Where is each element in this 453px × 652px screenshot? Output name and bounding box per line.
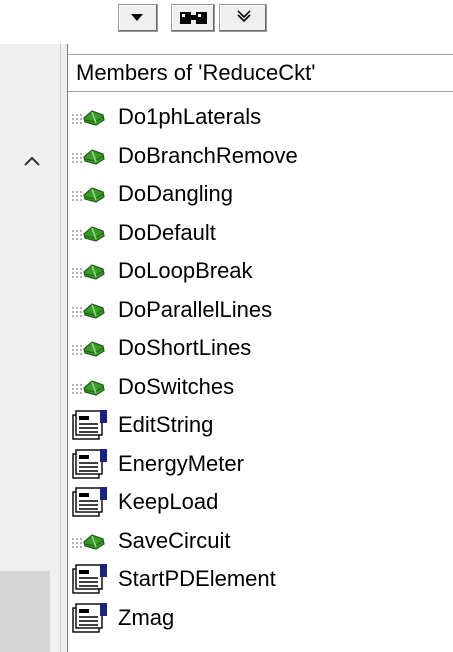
- member-label: DoLoopBreak: [118, 258, 253, 284]
- member-label: DoDangling: [118, 181, 233, 207]
- member-item[interactable]: Zmag: [68, 599, 298, 638]
- member-label: DoSwitches: [118, 373, 235, 399]
- member-item[interactable]: StartPDElement: [68, 560, 298, 599]
- hide-button[interactable]: [219, 4, 267, 32]
- member-label: DoDefault: [118, 219, 216, 245]
- member-label: EnergyMeter: [118, 450, 244, 476]
- member-item[interactable]: DoSwitches: [68, 368, 298, 407]
- member-label: SaveCircuit: [118, 527, 231, 553]
- member-item[interactable]: EnergyMeter: [68, 445, 298, 484]
- method-icon: [68, 217, 114, 249]
- members-pane[interactable]: Members of 'ReduceCkt' Do1phLaterals DoBr…: [68, 44, 453, 652]
- property-icon: [68, 563, 114, 595]
- find-icon: [180, 12, 207, 24]
- method-icon: [68, 140, 114, 172]
- chevron-up-icon[interactable]: [22, 153, 42, 169]
- members-header: Members of 'ReduceCkt': [68, 54, 453, 92]
- member-label: Zmag: [118, 604, 175, 630]
- pane-splitter[interactable]: [60, 44, 68, 652]
- scrollbar-track[interactable]: [0, 571, 50, 652]
- member-label: DoParallelLines: [118, 296, 273, 322]
- member-item[interactable]: DoParallelLines: [68, 291, 298, 330]
- dropdown-button[interactable]: [118, 4, 158, 32]
- member-label: DoBranchRemove: [118, 142, 298, 168]
- property-icon: [68, 602, 114, 634]
- member-label: KeepLoad: [118, 489, 219, 515]
- member-item[interactable]: SaveCircuit: [68, 522, 298, 561]
- classes-pane[interactable]: [0, 44, 60, 652]
- member-item[interactable]: DoDefault: [68, 214, 298, 253]
- member-label: DoShortLines: [118, 335, 252, 361]
- property-icon: [68, 486, 114, 518]
- method-icon: [68, 371, 114, 403]
- find-button[interactable]: [171, 4, 215, 32]
- member-item[interactable]: KeepLoad: [68, 483, 298, 522]
- dropdown-arrow-icon: [131, 14, 143, 21]
- property-icon: [68, 409, 114, 441]
- member-item[interactable]: EditString: [68, 406, 298, 445]
- method-icon: [68, 332, 114, 364]
- method-icon: [68, 255, 114, 287]
- member-item[interactable]: Do1phLaterals: [68, 98, 298, 137]
- member-item[interactable]: DoBranchRemove: [68, 137, 298, 176]
- member-label: Do1phLaterals: [118, 104, 262, 130]
- member-label: StartPDElement: [118, 566, 276, 592]
- property-icon: [68, 448, 114, 480]
- member-item[interactable]: DoShortLines: [68, 329, 298, 368]
- hide-icon: [237, 10, 251, 23]
- toolbar: [0, 0, 453, 44]
- method-icon: [68, 101, 114, 133]
- method-icon: [68, 294, 114, 326]
- method-icon: [68, 178, 114, 210]
- method-icon: [68, 525, 114, 557]
- member-item[interactable]: DoDangling: [68, 175, 298, 214]
- member-item[interactable]: DoLoopBreak: [68, 252, 298, 291]
- member-list: Do1phLaterals DoBranchRemove DoDangling DoD…: [68, 98, 298, 637]
- member-label: EditString: [118, 412, 214, 438]
